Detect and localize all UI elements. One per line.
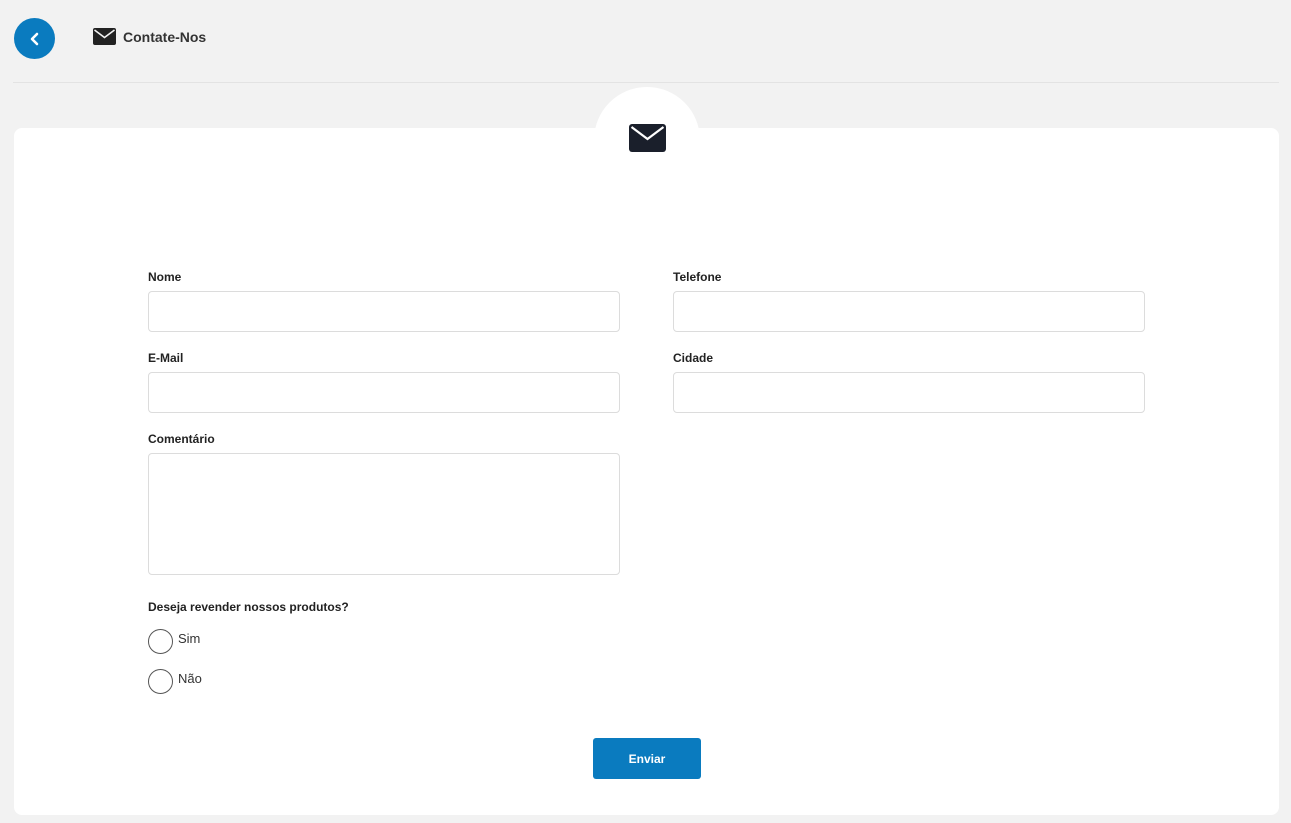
radio-button-sim[interactable] xyxy=(148,629,173,654)
radio-button-nao[interactable] xyxy=(148,669,173,694)
page-title: Contate-Nos xyxy=(123,28,207,45)
radio-label-nao: Não xyxy=(178,671,202,686)
submit-button[interactable]: Enviar xyxy=(593,738,701,779)
chevron-left-icon xyxy=(30,32,38,45)
comentario-label: Comentário xyxy=(148,432,215,446)
email-label: E-Mail xyxy=(148,351,184,365)
page-header: Contate-Nos xyxy=(0,0,1291,82)
revender-question: Deseja revender nossos produtos? xyxy=(148,600,349,614)
envelope-icon xyxy=(93,28,116,45)
back-button[interactable] xyxy=(14,18,55,59)
cidade-label: Cidade xyxy=(673,351,714,365)
nome-field[interactable] xyxy=(148,291,620,332)
header-title-group: Contate-Nos xyxy=(93,28,206,45)
email-field[interactable] xyxy=(148,372,620,413)
comentario-textarea[interactable] xyxy=(148,453,620,575)
cidade-field[interactable] xyxy=(673,372,1145,413)
telefone-field[interactable] xyxy=(673,291,1145,332)
radio-label-sim: Sim xyxy=(178,631,201,646)
radio-option-sim[interactable]: Sim xyxy=(148,629,200,654)
card-icon-bubble xyxy=(594,87,700,193)
nome-label: Nome xyxy=(148,270,182,284)
header-divider xyxy=(13,82,1279,83)
radio-option-nao[interactable]: Não xyxy=(148,669,202,694)
envelope-icon xyxy=(628,124,666,152)
telefone-label: Telefone xyxy=(673,270,722,284)
